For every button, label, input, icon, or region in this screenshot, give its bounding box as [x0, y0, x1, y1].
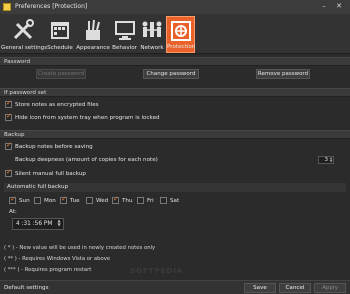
calendar-icon — [51, 22, 69, 39]
stepper-arrows-icon[interactable]: ▲ ▼ — [329, 157, 333, 163]
tab-label: Behavior — [112, 45, 137, 51]
change-password-button[interactable]: Change password — [143, 69, 199, 79]
day-label: Thu — [122, 198, 133, 204]
network-people-icon — [142, 21, 162, 37]
day-label: Tue — [70, 198, 80, 204]
hide-tray-icon-checkbox[interactable] — [5, 112, 12, 121]
section-title: If password set — [4, 90, 47, 96]
day-label: Sat — [170, 198, 180, 204]
backup-time-picker[interactable]: 4 :31 :56 PM ▲ ▼ — [12, 218, 64, 230]
title-bar: Preferences [Protection] – ✕ — [0, 0, 350, 14]
subsection-title: Automatic full backup — [7, 184, 69, 190]
day-tue-checkbox[interactable] — [60, 195, 67, 204]
remove-password-button[interactable]: Remove password — [256, 69, 310, 79]
tab-network[interactable]: Network — [139, 16, 165, 53]
tab-behavior[interactable]: Behavior — [111, 16, 138, 53]
store-encrypted-label: Store notes as encrypted files — [15, 102, 99, 108]
preferences-toolbar: General settings Schedule Appearance Beh… — [0, 14, 350, 54]
backup-before-saving-label: Backup notes before saving — [15, 144, 93, 150]
section-title: Password — [4, 59, 31, 65]
tab-label: Appearance — [76, 45, 110, 51]
day-wed-checkbox[interactable] — [86, 197, 93, 204]
safe-icon — [170, 21, 191, 41]
stepper-value: 3 — [324, 157, 329, 163]
backup-deepness-stepper[interactable]: 3 ▲ ▼ — [318, 156, 334, 164]
apply-button[interactable]: Apply — [314, 283, 346, 293]
day-label: Mon — [44, 198, 56, 204]
cancel-button[interactable]: Cancel — [279, 283, 311, 293]
silent-manual-backup-label: Silent manual full backup — [15, 171, 86, 177]
day-label: Sun — [19, 198, 30, 204]
default-settings-link[interactable]: Default settings — [4, 285, 49, 291]
window-title: Preferences [Protection] — [15, 3, 88, 10]
tab-schedule[interactable]: Schedule — [46, 16, 74, 53]
save-button[interactable]: Save — [244, 283, 276, 293]
day-label: Fri — [147, 198, 154, 204]
silent-manual-backup-checkbox[interactable] — [5, 168, 12, 177]
password-section-header: Password — [0, 57, 350, 66]
tab-label: General settings — [1, 45, 48, 51]
tab-label: Protection — [167, 44, 196, 50]
tab-protection[interactable]: Protection — [166, 16, 195, 53]
day-label: Wed — [96, 198, 109, 204]
section-title: Backup — [4, 132, 25, 138]
brushes-icon — [86, 19, 100, 40]
app-notes-icon — [3, 3, 11, 11]
footnote: ( *** ) - Requires program restart — [4, 267, 92, 273]
day-fri-checkbox[interactable] — [137, 197, 144, 204]
time-value: 4 :31 :56 PM — [16, 221, 53, 227]
footnote: ( * ) - New value will be used in newly … — [4, 245, 156, 251]
tab-label: Network — [140, 45, 164, 51]
store-encrypted-checkbox[interactable] — [5, 99, 12, 108]
create-password-button[interactable]: Create password — [36, 69, 86, 79]
day-sun-checkbox[interactable] — [9, 195, 16, 204]
day-sat-checkbox[interactable] — [160, 197, 167, 204]
footnote: ( ** ) - Requires Windows Vista or above — [4, 256, 111, 262]
day-mon-checkbox[interactable] — [34, 197, 41, 204]
close-icon[interactable]: ✕ — [334, 2, 344, 11]
day-thu-checkbox[interactable] — [112, 195, 119, 204]
backup-deepness-label: Backup deepness (amount of copies for ea… — [15, 157, 158, 163]
tab-label: Schedule — [47, 45, 73, 51]
tab-appearance[interactable]: Appearance — [76, 16, 110, 53]
dialog-footer: Default settings Save Cancel Apply — [0, 280, 350, 294]
automatic-backup-header: Automatic full backup — [4, 183, 346, 192]
watermark: SOFTPEDIA — [130, 267, 184, 275]
wrench-screwdriver-icon — [13, 19, 34, 40]
backup-section-header: Backup — [0, 130, 350, 139]
if-password-set-header: If password set — [0, 88, 350, 97]
hide-tray-icon-label: Hide icon from system tray when program … — [15, 115, 160, 121]
at-label: At: — [9, 209, 17, 215]
time-stepper-icon[interactable]: ▲ ▼ — [55, 219, 63, 229]
backup-before-saving-checkbox[interactable] — [5, 141, 12, 150]
monitor-icon — [114, 21, 135, 40]
tab-general-settings[interactable]: General settings — [1, 16, 48, 53]
minimize-icon[interactable]: – — [319, 2, 329, 11]
